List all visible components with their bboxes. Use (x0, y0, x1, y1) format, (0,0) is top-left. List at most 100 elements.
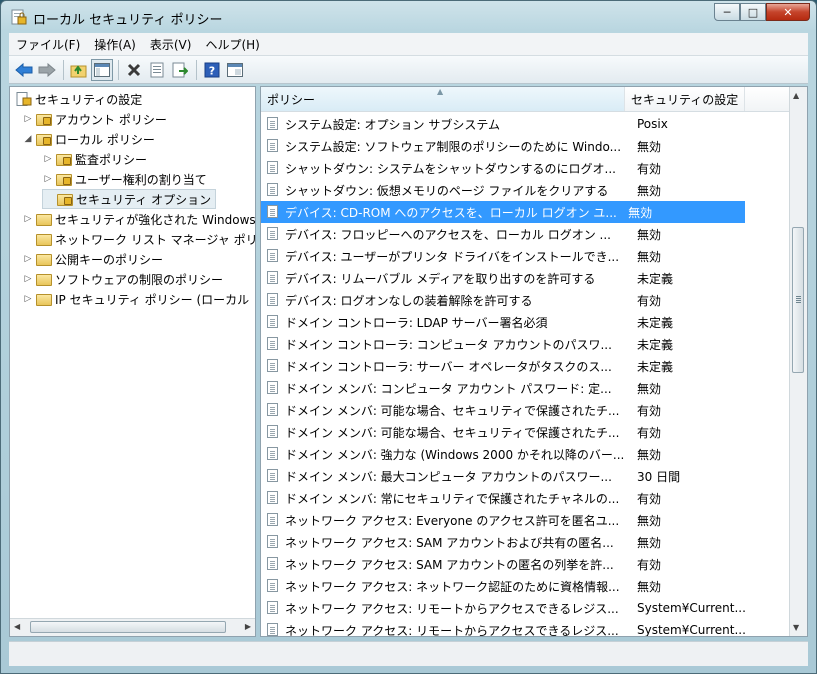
table-row[interactable]: デバイス: ユーザーがプリンタ ドライバをインストールでき... 無効 (261, 245, 791, 267)
menu-view[interactable]: 表示(V) (143, 36, 199, 53)
tree-item[interactable]: ▷ 監査ポリシー (42, 149, 147, 169)
table-row[interactable]: ネットワーク アクセス: リモートからアクセスできるレジス... System¥C… (261, 619, 791, 636)
app-window: ローカル セキュリティ ポリシー ─ □ ✕ ファイル(F) 操作(A) 表示(… (0, 0, 817, 674)
menu-file[interactable]: ファイル(F) (9, 36, 87, 53)
table-row[interactable]: ドメイン メンバ: 可能な場合、セキュリティで保護されたチ... 有効 (261, 421, 791, 443)
security-setting-cell: 無効 (637, 227, 662, 242)
table-row[interactable]: ドメイン メンバ: 強力な (Windows 2000 かそれ以降のバー... 無… (261, 443, 791, 465)
policy-name-cell: ネットワーク アクセス: リモートからアクセスできるレジス... (285, 601, 619, 616)
collapse-arrow-icon[interactable]: ◢ (22, 134, 34, 144)
table-row[interactable]: ドメイン コントローラ: コンピュータ アカウントのパスワ... 未定義 (261, 333, 791, 355)
tree-item[interactable]: ▷ ソフトウェアの制限のポリシー (22, 269, 223, 289)
table-row[interactable]: デバイス: CD-ROM へのアクセスを、ローカル ログオン ユ... 無効 (261, 201, 745, 223)
tree-item-root[interactable]: セキュリティの設定 (14, 89, 142, 109)
tree-horizontal-scrollbar[interactable]: ◀ ▶ (10, 618, 255, 636)
policy-name-cell: ドメイン メンバ: 最大コンピュータ アカウントのパスワー... (285, 469, 612, 484)
table-row[interactable]: システム設定: ソフトウェア制限のポリシーのために Windo... 無効 (261, 135, 791, 157)
expand-arrow-icon[interactable]: ▷ (42, 174, 54, 184)
show-hide-tree-icon[interactable] (91, 58, 113, 81)
column-header-setting[interactable]: セキュリティの設定 (625, 87, 745, 111)
expand-arrow-icon[interactable]: ▷ (22, 274, 34, 284)
tree-item[interactable]: ▷ IP セキュリティ ポリシー (ローカル (22, 289, 250, 309)
mmc-window-icon[interactable] (224, 59, 246, 81)
security-setting-cell: 有効 (637, 161, 662, 176)
table-row[interactable]: ドメイン コントローラ: LDAP サーバー署名必須 未定義 (261, 311, 791, 333)
policy-item-icon (267, 249, 281, 263)
policy-item-icon (267, 139, 281, 153)
title-bar[interactable]: ローカル セキュリティ ポリシー ─ □ ✕ (1, 1, 816, 33)
forward-arrow-icon[interactable] (36, 59, 58, 81)
tree-item[interactable]: セキュリティ オプション (42, 189, 217, 209)
policy-name-cell: ネットワーク アクセス: Everyone のアクセス許可を匿名ユ... (285, 513, 620, 528)
table-row[interactable]: ネットワーク アクセス: ネットワーク認証のために資格情報... 無効 (261, 575, 791, 597)
scroll-left-arrow-icon[interactable]: ◀ (14, 622, 20, 631)
table-row[interactable]: ドメイン コントローラ: サーバー オペレータがタスクのス... 未定義 (261, 355, 791, 377)
policy-item-icon (267, 425, 281, 439)
table-row[interactable]: デバイス: フロッピーへのアクセスを、ローカル ログオン ... 無効 (261, 223, 791, 245)
folder-icon (36, 292, 52, 306)
security-setting-cell: 無効 (637, 139, 662, 154)
menu-help[interactable]: ヘルプ(H) (198, 36, 266, 53)
column-header-policy[interactable]: ▲ ポリシー (261, 87, 625, 111)
tree-scroll-thumb[interactable] (30, 621, 226, 633)
up-folder-icon[interactable] (68, 59, 90, 81)
close-button[interactable]: ✕ (766, 3, 810, 21)
export-list-icon[interactable] (169, 59, 191, 81)
table-row[interactable]: デバイス: リムーバブル メディアを取り出すのを許可する 未定義 (261, 267, 791, 289)
help-icon[interactable]: ? (201, 59, 223, 81)
tree-item[interactable]: ▷ ユーザー権利の割り当て (42, 169, 207, 189)
table-row[interactable]: システム設定: オプション サブシステム Posix (261, 113, 791, 135)
window-title: ローカル セキュリティ ポリシー (33, 13, 223, 28)
table-row[interactable]: ネットワーク アクセス: SAM アカウントの匿名の列挙を許... 有効 (261, 553, 791, 575)
policy-item-icon (267, 337, 281, 351)
table-row[interactable]: シャットダウン: システムをシャットダウンするのにログオ... 有効 (261, 157, 791, 179)
back-arrow-icon[interactable] (13, 59, 35, 81)
expand-arrow-icon[interactable]: ▷ (42, 154, 54, 164)
menu-action[interactable]: 操作(A) (87, 36, 143, 53)
tree-item[interactable]: ▷ 公開キーのポリシー (22, 249, 163, 269)
policy-name-cell: ドメイン メンバ: 常にセキュリティで保護されたチャネルの... (285, 491, 620, 506)
tree-item[interactable]: ▷ アカウント ポリシー (22, 109, 167, 129)
maximize-button[interactable]: □ (740, 3, 766, 21)
list-vertical-scrollbar[interactable]: ▲ ▼ (789, 87, 807, 636)
table-row[interactable]: ネットワーク アクセス: リモートからアクセスできるレジス... System¥C… (261, 597, 791, 619)
security-setting-cell: 未定義 (637, 315, 674, 330)
tree-item-label: セキュリティが強化された Windows (55, 212, 256, 227)
policy-name-cell: ネットワーク アクセス: ネットワーク認証のために資格情報... (285, 579, 620, 594)
delete-icon[interactable] (123, 59, 145, 81)
security-setting-cell: 無効 (637, 535, 662, 550)
table-row[interactable]: ドメイン メンバ: コンピュータ アカウント パスワード: 定... 無効 (261, 377, 791, 399)
policy-name-cell: デバイス: リムーバブル メディアを取り出すのを許可する (285, 271, 596, 286)
table-row[interactable]: ネットワーク アクセス: SAM アカウントおよび共有の匿名... 無効 (261, 531, 791, 553)
expand-arrow-icon[interactable]: ▷ (22, 254, 34, 264)
table-row[interactable]: ドメイン メンバ: 最大コンピュータ アカウントのパスワー... 30 日間 (261, 465, 791, 487)
folder-icon (36, 212, 52, 226)
scroll-up-arrow-icon[interactable]: ▲ (793, 91, 799, 100)
list-scroll-thumb[interactable] (792, 227, 804, 373)
security-setting-cell: 無効 (637, 579, 662, 594)
policy-item-icon (267, 381, 281, 395)
properties-icon[interactable] (146, 59, 168, 81)
table-row[interactable]: ドメイン メンバ: 常にセキュリティで保護されたチャネルの... 有効 (261, 487, 791, 509)
tree-item-label: アカウント ポリシー (55, 112, 167, 127)
toolbar: ? (9, 56, 808, 84)
expand-arrow-icon[interactable]: ▷ (22, 294, 34, 304)
locked-folder-icon (36, 112, 52, 126)
table-row[interactable]: ドメイン メンバ: 可能な場合、セキュリティで保護されたチ... 有効 (261, 399, 791, 421)
table-row[interactable]: デバイス: ログオンなしの装着解除を許可する 有効 (261, 289, 791, 311)
tree-item-label: セキュリティ オプション (76, 192, 212, 207)
toolbar-separator (63, 59, 64, 80)
scroll-down-arrow-icon[interactable]: ▼ (793, 623, 799, 632)
policy-item-icon (267, 623, 281, 636)
expand-arrow-icon[interactable]: ▷ (22, 114, 34, 124)
policy-name-cell: システム設定: オプション サブシステム (285, 117, 500, 132)
tree-item[interactable]: ネットワーク リスト マネージャ ポリ (22, 229, 255, 249)
tree-item[interactable]: ▷ セキュリティが強化された Windows (22, 209, 256, 229)
minimize-button[interactable]: ─ (714, 3, 740, 21)
table-row[interactable]: ネットワーク アクセス: Everyone のアクセス許可を匿名ユ... 無効 (261, 509, 791, 531)
expand-arrow-icon[interactable]: ▷ (22, 214, 34, 224)
table-row[interactable]: シャットダウン: 仮想メモリのページ ファイルをクリアする 無効 (261, 179, 791, 201)
scroll-right-arrow-icon[interactable]: ▶ (245, 622, 251, 631)
security-setting-cell: 有効 (637, 425, 662, 440)
tree-item[interactable]: ◢ ローカル ポリシー (22, 129, 155, 149)
